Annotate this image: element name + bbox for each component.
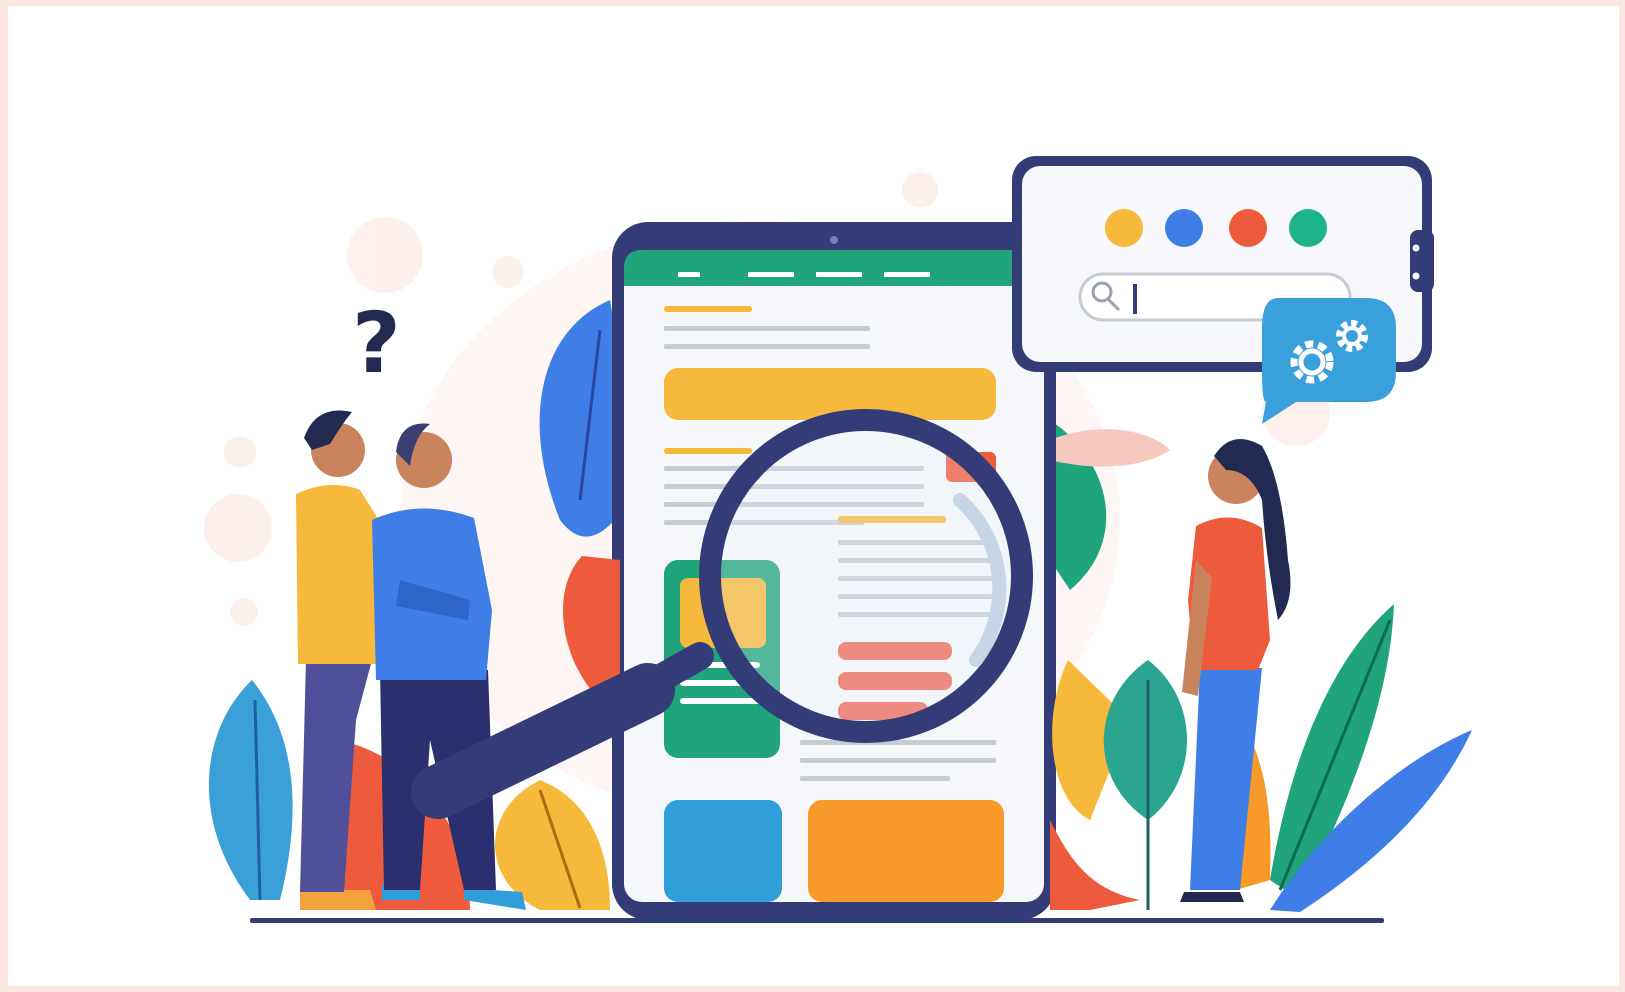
text-cursor	[1133, 284, 1137, 314]
content-banner	[664, 368, 996, 420]
leaf-left-blue	[208, 680, 293, 901]
tile-orange	[808, 800, 1004, 902]
browser-dot-yellow	[1105, 209, 1143, 247]
illustration: ?	[204, 156, 1472, 923]
leaf-right-red	[1050, 820, 1140, 910]
question-mark-icon: ?	[352, 294, 401, 392]
browser-dot-red	[1229, 209, 1267, 247]
tile-blue	[664, 800, 782, 902]
person-woman	[1180, 438, 1291, 902]
tablet-header-bar	[624, 250, 1044, 286]
leaf-pink-back	[1050, 429, 1170, 467]
leaf-left-yellow	[495, 780, 610, 910]
question-mark-text: ?	[352, 294, 401, 392]
camera-dot	[830, 236, 838, 244]
browser-dot-green	[1289, 209, 1327, 247]
leaf-right-teal	[1103, 660, 1187, 910]
ground-line	[250, 918, 1384, 923]
browser-dot-blue	[1165, 209, 1203, 247]
